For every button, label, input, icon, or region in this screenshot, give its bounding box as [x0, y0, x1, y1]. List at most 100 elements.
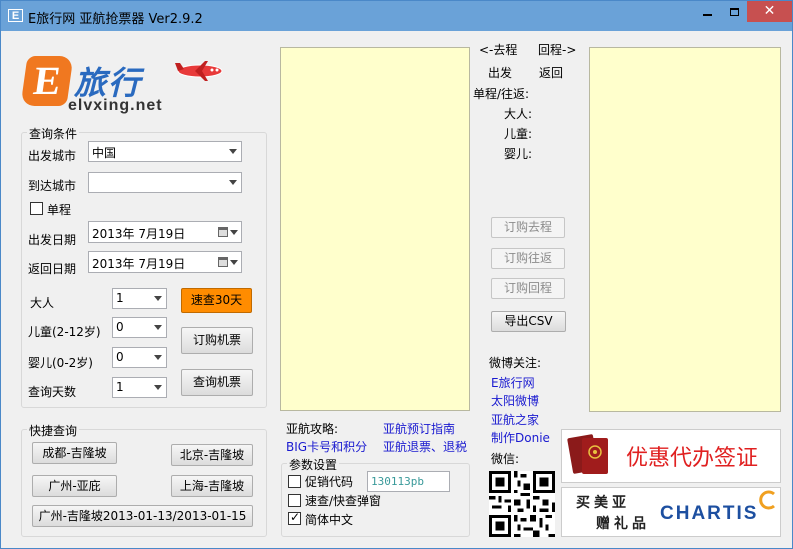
simplified-chinese-label: 简体中文 [305, 513, 354, 527]
book-outbound-button[interactable]: 订购去程 [491, 217, 565, 238]
wechat-label: 微信: [491, 452, 520, 466]
logo-mark: E [20, 56, 74, 106]
infant-label: 婴儿(0-2岁) [28, 356, 93, 370]
return-date-label: 返回日期 [28, 262, 77, 276]
quick-shanghai-kl-button[interactable]: 上海-吉隆坡 [171, 475, 253, 497]
book-return-button[interactable]: 订购回程 [491, 278, 565, 299]
infant-select[interactable]: 0 [112, 347, 167, 368]
depart-date-value: 2013年 7月19日 [92, 227, 186, 241]
return-results-panel[interactable] [589, 47, 781, 412]
outbound-arrow-label: <-去程 [479, 43, 518, 57]
chevron-down-icon [229, 180, 237, 185]
chevron-down-icon [154, 296, 162, 301]
search-ticket-button[interactable]: 查询机票 [181, 369, 253, 396]
return-arrow-label: 回程-> [538, 43, 577, 57]
export-csv-button[interactable]: 导出CSV [491, 311, 566, 332]
chevron-down-icon [154, 325, 162, 330]
guide-link-big-card[interactable]: BIG卡号和积分 [286, 438, 367, 455]
gift-ad-line2: 赠礼品 [596, 516, 650, 532]
insurance-ad-banner[interactable]: 买美亚 赠礼品 CHARTIS [561, 487, 781, 537]
from-city-label: 出发城市 [28, 149, 77, 163]
chevron-down-icon [230, 230, 238, 235]
from-city-select[interactable]: 中国 [88, 141, 242, 162]
popup-label: 速查/快查弹窗 [305, 494, 382, 508]
query-days-label: 查询天数 [28, 385, 77, 399]
book-roundtrip-button[interactable]: 订购往返 [491, 248, 565, 269]
oneway-checkbox[interactable] [30, 202, 43, 215]
close-icon: ✕ [763, 3, 776, 19]
quick-beijing-kl-button[interactable]: 北京-吉隆坡 [171, 444, 253, 466]
weibo-link-elvxing[interactable]: E旅行网 [491, 374, 535, 391]
quick-chengdu-kl-button[interactable]: 成都-吉隆坡 [32, 442, 117, 464]
return-date-value: 2013年 7月19日 [92, 257, 186, 271]
app-icon: E [8, 9, 23, 22]
chevron-down-icon [230, 260, 238, 265]
weibo-link-sun[interactable]: 太阳微博 [491, 392, 539, 409]
weibo-link-airasia-home[interactable]: 亚航之家 [491, 411, 539, 428]
close-button[interactable]: ✕ [747, 1, 792, 22]
to-city-label: 到达城市 [28, 179, 77, 193]
maximize-icon [729, 7, 739, 16]
summary-child-label: 儿童: [504, 127, 533, 141]
child-select[interactable]: 0 [112, 317, 167, 338]
quick-guangzhou-kl-dated-button[interactable]: 广州-吉隆坡2013-01-13/2013-01-15 [32, 505, 253, 527]
quick-30-days-button[interactable]: 速查30天 [181, 288, 252, 313]
return-date-picker[interactable]: 2013年 7月19日 [88, 251, 242, 273]
guide-link-booking[interactable]: 亚航预订指南 [383, 420, 455, 437]
infant-value: 0 [116, 350, 124, 364]
maximize-button[interactable] [721, 1, 747, 22]
book-ticket-button[interactable]: 订购机票 [181, 327, 253, 354]
logo-letter: E [30, 58, 64, 103]
minimize-button[interactable] [694, 1, 721, 22]
summary-adult-label: 大人: [504, 107, 533, 121]
weibo-title: 微博关注: [489, 356, 542, 370]
guide-link-refund[interactable]: 亚航退票、退税 [383, 438, 467, 455]
to-city-select[interactable] [88, 172, 242, 193]
query-group-title: 查询条件 [27, 125, 80, 142]
depart-date-picker[interactable]: 2013年 7月19日 [88, 221, 242, 243]
params-group-title: 参数设置 [287, 456, 340, 473]
child-label: 儿童(2-12岁) [28, 325, 101, 339]
chevron-down-icon [154, 385, 162, 390]
child-value: 0 [116, 320, 124, 334]
promo-label: 促销代码 [305, 475, 354, 489]
app-window: E E旅行网 亚航抢票器 Ver2.9.2 ✕ E 旅行 elvxing.net… [0, 0, 793, 549]
visa-ad-text: 优惠代办签证 [626, 446, 759, 471]
weibo-link-author[interactable]: 制作Donie [491, 429, 550, 446]
depart-label: 出发 [488, 66, 513, 80]
depart-date-label: 出发日期 [28, 233, 77, 247]
from-city-value: 中国 [92, 146, 117, 160]
summary-infant-label: 婴儿: [504, 147, 533, 161]
trip-type-label: 单程/往返: [473, 87, 530, 101]
quick-query-title: 快捷查询 [27, 422, 80, 439]
chevron-down-icon [154, 355, 162, 360]
calendar-icon [218, 227, 228, 237]
passport-icon [567, 434, 608, 474]
minimize-icon [703, 13, 712, 16]
logo-url: elvxing.net [68, 97, 163, 114]
promo-checkbox[interactable] [288, 475, 301, 488]
back-label: 返回 [539, 66, 564, 80]
visa-ad-banner[interactable]: 优惠代办签证 [561, 429, 781, 483]
adult-select[interactable]: 1 [112, 288, 167, 309]
oneway-label: 单程 [47, 203, 72, 217]
quick-guangzhou-kk-button[interactable]: 广州-亚庇 [32, 475, 117, 497]
adult-label: 大人 [30, 296, 55, 310]
title-bar[interactable]: E E旅行网 亚航抢票器 Ver2.9.2 ✕ [1, 1, 792, 31]
chartis-logo-text: CHARTIS [660, 503, 759, 524]
window-title: E旅行网 亚航抢票器 Ver2.9.2 [28, 12, 203, 27]
chevron-down-icon [229, 149, 237, 154]
outbound-results-panel[interactable] [280, 47, 470, 411]
calendar-icon [218, 257, 228, 267]
airplane-icon [175, 61, 223, 81]
promo-code-input[interactable]: 130113pb [367, 471, 450, 492]
chartis-swirl-icon [759, 490, 775, 510]
simplified-chinese-checkbox[interactable] [288, 510, 301, 525]
query-days-value: 1 [116, 380, 124, 394]
wechat-qr-code [489, 471, 555, 537]
popup-checkbox[interactable] [288, 494, 301, 507]
guide-label: 亚航攻略: [286, 422, 339, 436]
query-days-select[interactable]: 1 [112, 377, 167, 398]
gift-ad-line1: 买美亚 [576, 495, 630, 511]
adult-value: 1 [116, 291, 124, 305]
